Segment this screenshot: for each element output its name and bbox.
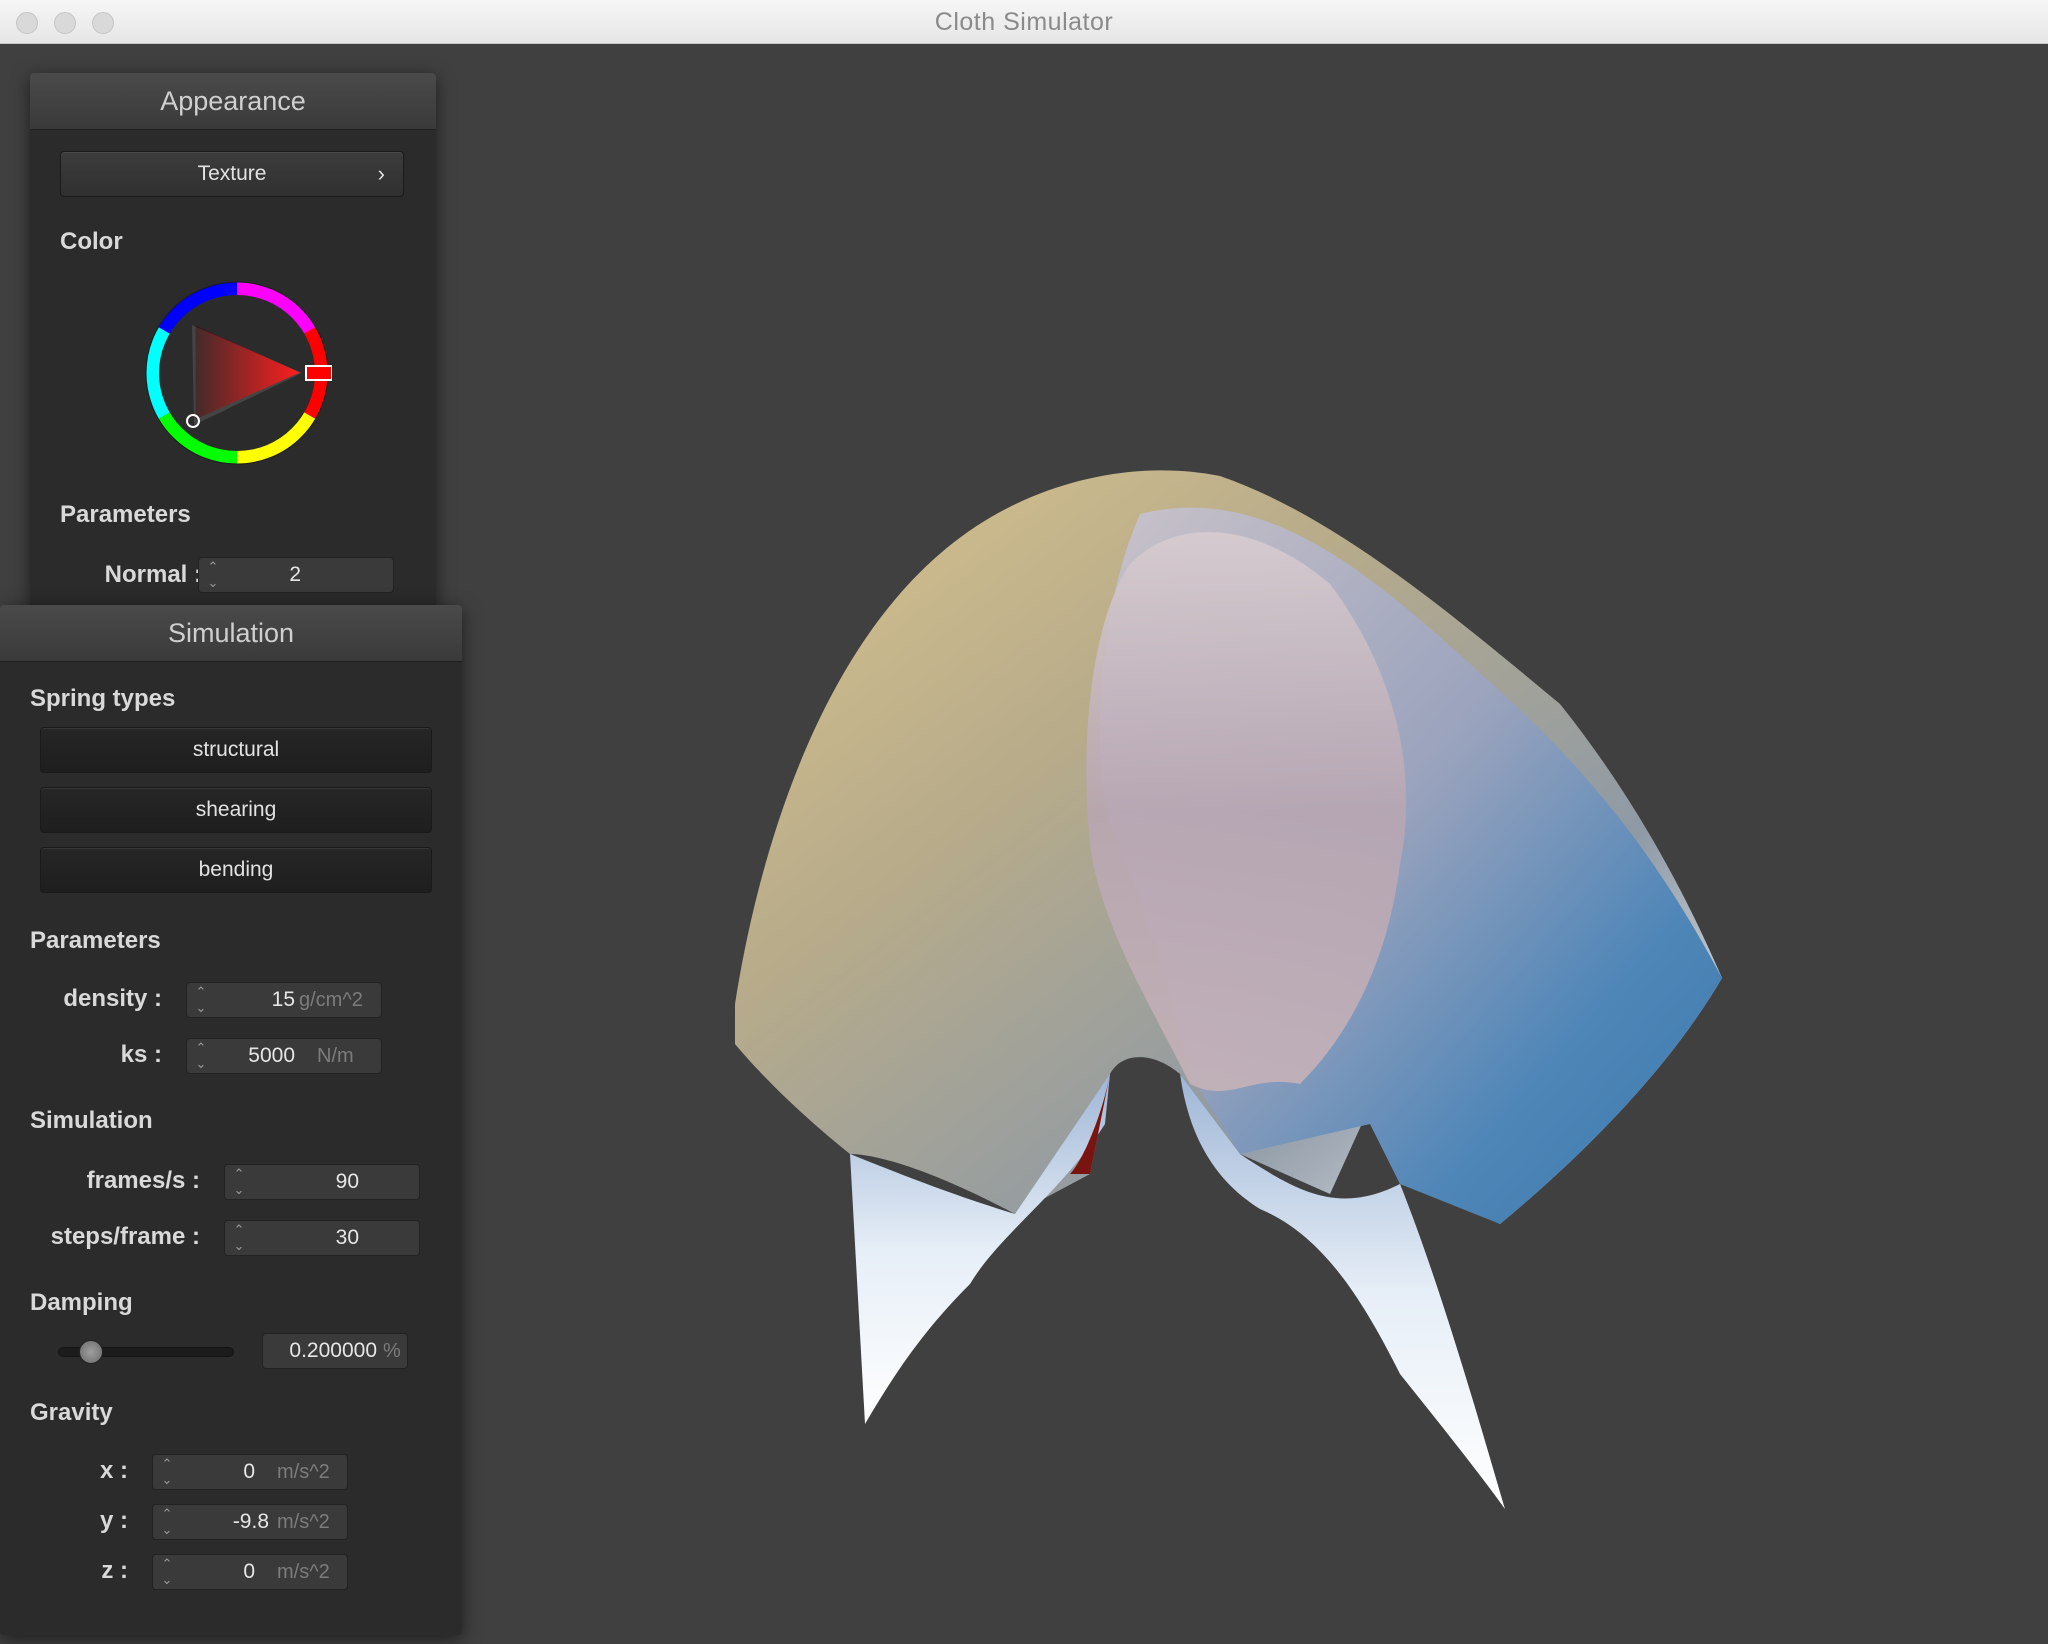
gravity-z-unit: m/s^2: [277, 1561, 330, 1583]
steps-label: steps/frame :: [50, 1223, 200, 1250]
spinner-arrows-icon[interactable]: ⌃ ⌄: [159, 1506, 175, 1538]
shearing-spring-button[interactable]: shearing: [40, 787, 432, 833]
gravity-x-value: 0: [243, 1460, 255, 1483]
damping-slider-handle[interactable]: [79, 1340, 103, 1364]
fps-value: 90: [335, 1170, 359, 1193]
simulation-parameters-label: Parameters: [30, 927, 161, 954]
texture-button-label: Texture: [197, 162, 267, 185]
gravity-label: Gravity: [30, 1399, 113, 1426]
damping-unit: %: [383, 1340, 401, 1362]
spinner-arrows-icon[interactable]: ⌃ ⌄: [159, 1556, 175, 1588]
appearance-panel: Appearance Texture › Color Parameters No…: [30, 73, 436, 613]
density-value: 15: [271, 988, 295, 1011]
spinner-arrows-icon[interactable]: ⌃ ⌄: [231, 1222, 247, 1254]
gravity-x-spinner[interactable]: ⌃ ⌄ 0 m/s^2: [152, 1454, 348, 1490]
density-label: density :: [63, 985, 162, 1012]
spinner-arrows-icon[interactable]: ⌃ ⌄: [193, 1040, 209, 1072]
simulation-section-label: Simulation: [30, 1107, 153, 1134]
gravity-x-label: x :: [99, 1457, 128, 1484]
ks-value: 5000: [248, 1044, 295, 1067]
simulation-panel-header[interactable]: Simulation: [0, 605, 462, 662]
damping-value: 0.200000: [289, 1339, 377, 1362]
chevron-right-icon: ›: [377, 161, 385, 186]
ks-unit: N/m: [317, 1045, 354, 1067]
window-title: Cloth Simulator: [934, 8, 1114, 36]
damping-input[interactable]: 0.200000 %: [262, 1333, 408, 1369]
simulation-panel: Simulation Spring types structural shear…: [0, 605, 462, 1635]
title-bar: Cloth Simulator: [0, 0, 2048, 44]
normal-spinner[interactable]: ⌃ ⌄ 2: [198, 557, 394, 593]
steps-value: 30: [335, 1226, 359, 1249]
texture-button[interactable]: Texture ›: [60, 151, 404, 197]
gravity-z-value: 0: [243, 1560, 255, 1583]
fps-label: frames/s :: [86, 1167, 200, 1194]
normal-label: Normal :: [104, 561, 202, 588]
spinner-arrows-icon[interactable]: ⌃ ⌄: [159, 1456, 175, 1488]
gravity-y-label: y :: [99, 1507, 128, 1534]
color-wheel[interactable]: [142, 278, 332, 468]
gravity-x-unit: m/s^2: [277, 1461, 330, 1483]
color-section-label: Color: [60, 228, 123, 255]
appearance-panel-header[interactable]: Appearance: [30, 73, 436, 130]
ks-label: ks :: [120, 1041, 162, 1068]
gravity-y-value: -9.8: [232, 1510, 269, 1533]
spinner-arrows-icon[interactable]: ⌃ ⌄: [193, 984, 209, 1016]
bending-spring-button[interactable]: bending: [40, 847, 432, 893]
fps-spinner[interactable]: ⌃ ⌄ 90: [224, 1164, 420, 1200]
spinner-arrows-icon[interactable]: ⌃ ⌄: [231, 1166, 247, 1198]
ks-spinner[interactable]: ⌃ ⌄ 5000 N/m: [186, 1038, 382, 1074]
spinner-arrows-icon[interactable]: ⌃ ⌄: [205, 559, 221, 591]
gravity-z-label: z :: [101, 1557, 128, 1584]
appearance-parameters-label: Parameters: [60, 501, 191, 528]
normal-value: 2: [289, 563, 301, 586]
spring-types-label: Spring types: [30, 685, 176, 712]
cloth-opening: [1110, 1057, 1190, 1219]
gravity-y-unit: m/s^2: [277, 1511, 330, 1533]
density-unit: g/cm^2: [299, 989, 363, 1011]
structural-spring-button[interactable]: structural: [40, 727, 432, 773]
gravity-z-spinner[interactable]: ⌃ ⌄ 0 m/s^2: [152, 1554, 348, 1590]
gravity-y-spinner[interactable]: ⌃ ⌄ -9.8 m/s^2: [152, 1504, 348, 1540]
density-spinner[interactable]: ⌃ ⌄ 15 g/cm^2: [186, 982, 382, 1018]
steps-spinner[interactable]: ⌃ ⌄ 30: [224, 1220, 420, 1256]
damping-slider-track[interactable]: [58, 1340, 234, 1364]
damping-label: Damping: [30, 1289, 133, 1316]
hue-selector-handle[interactable]: [305, 365, 332, 381]
